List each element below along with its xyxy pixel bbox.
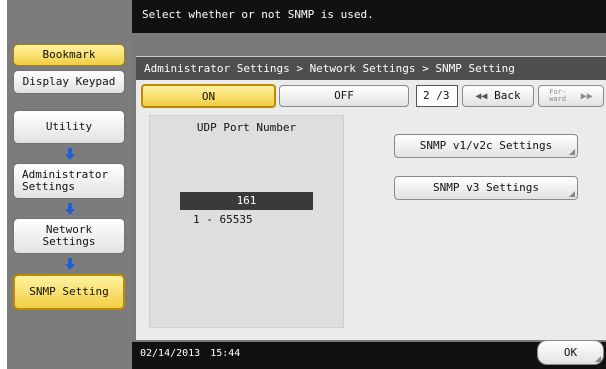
udp-port-input[interactable]: 161	[180, 192, 313, 210]
off-label: OFF	[334, 89, 354, 102]
back-chevron-icon: ◀◀	[475, 91, 488, 102]
ok-label: OK	[563, 346, 578, 359]
snmp-setting-nav-button[interactable]: SNMP Setting	[13, 274, 125, 310]
back-label: Back	[494, 89, 521, 102]
snmp-v3-settings-label: SNMP v3 Settings	[433, 181, 539, 194]
down-arrow-icon	[65, 203, 75, 215]
administrator-settings-label-line2: Settings	[22, 180, 75, 193]
back-button[interactable]: ◀◀ Back	[462, 85, 534, 107]
snmp-setting-nav-label: SNMP Setting	[29, 285, 109, 298]
utility-label: Utility	[45, 120, 93, 133]
off-button[interactable]: OFF	[279, 85, 409, 107]
screen: Bookmark Display Keypad Utility Administ…	[0, 0, 606, 369]
down-arrow-icon	[65, 148, 75, 160]
time-text: 15:44	[210, 348, 241, 359]
on-label: ON	[201, 90, 216, 103]
bookmark-label: Bookmark	[42, 48, 96, 61]
snmp-v1v2c-settings-button[interactable]: SNMP v1/v2c Settings	[394, 134, 578, 158]
administrator-settings-button[interactable]: Administrator Settings	[13, 163, 125, 199]
forward-chevron-icon: ▶▶	[580, 91, 593, 102]
page-indicator: 2 /3	[416, 85, 458, 107]
utility-button[interactable]: Utility	[13, 110, 125, 144]
date-text: 02/14/2013	[140, 348, 201, 359]
datetime: 02/14/2013 15:44	[140, 348, 240, 359]
bookmark-button[interactable]: Bookmark	[13, 44, 125, 66]
ok-button[interactable]: OK	[537, 340, 604, 365]
udp-port-title: UDP Port Number	[196, 121, 297, 134]
corner-icon	[569, 149, 575, 155]
display-keypad-button[interactable]: Display Keypad	[13, 70, 125, 94]
display-keypad-label: Display Keypad	[22, 75, 116, 88]
udp-port-range: 1 - 65535	[193, 213, 253, 226]
message-text: Select whether or not SNMP is used.	[142, 8, 374, 21]
forward-button[interactable]: For- ward ▶▶	[538, 85, 604, 107]
left-nav-panel: Bookmark Display Keypad Utility Administ…	[7, 0, 132, 369]
snmp-v1v2c-settings-label: SNMP v1/v2c Settings	[419, 139, 553, 152]
breadcrumb: Administrator Settings > Network Setting…	[136, 56, 606, 80]
down-arrow-icon	[65, 258, 75, 270]
network-settings-button[interactable]: Network Settings	[13, 218, 125, 254]
network-settings-label-line2: Settings	[42, 235, 96, 248]
snmp-v3-settings-button[interactable]: SNMP v3 Settings	[394, 176, 578, 200]
forward-label-line2: ward	[549, 95, 567, 103]
corner-icon	[595, 356, 601, 362]
on-button[interactable]: ON	[141, 84, 276, 108]
corner-icon	[569, 191, 575, 197]
message-bar: Select whether or not SNMP is used.	[132, 0, 606, 33]
